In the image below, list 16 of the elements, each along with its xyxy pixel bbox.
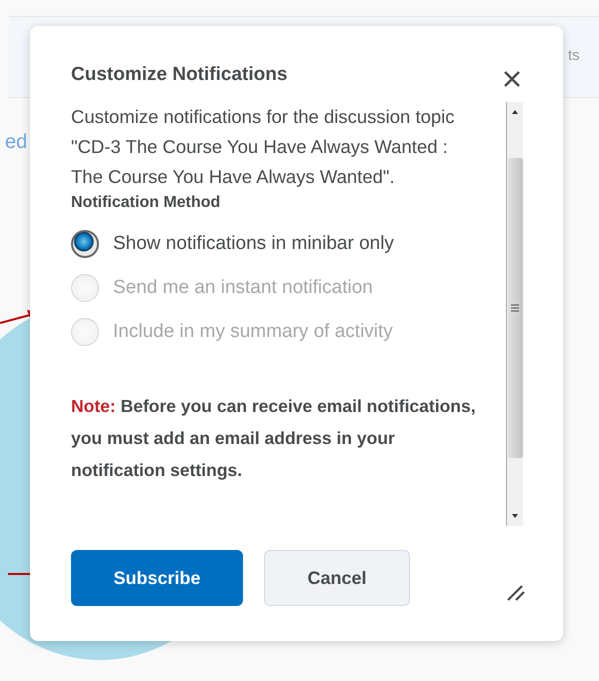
description-text: Customize notifications for the discussion topic "CD-3 The Course You Have Always Wanted : The Course You Have Always Wanted". [71,105,456,189]
tab-label-fragment: ts [568,46,580,66]
cancel-button[interactable]: Cancel [264,550,410,606]
close-icon[interactable] [503,70,521,88]
grip-icon [511,304,519,312]
page-link-fragment: ed [5,130,28,154]
radio-label: Show notifications in minibar only [113,233,394,255]
radio-button[interactable] [71,230,99,258]
note-text: Note: Before you can receive email notifications, you must add an email address in your notification settings. [71,395,477,482]
resize-handle-icon[interactable] [506,582,526,602]
radio-label: Send me an instant notification [113,277,373,299]
radio-label: Include in my summary of activity [113,321,393,343]
dialog-title: Customize Notifications [71,63,288,87]
section-heading: Notification Method [71,193,222,213]
subscribe-button[interactable]: Subscribe [71,550,243,606]
scrollbar[interactable] [506,102,523,526]
